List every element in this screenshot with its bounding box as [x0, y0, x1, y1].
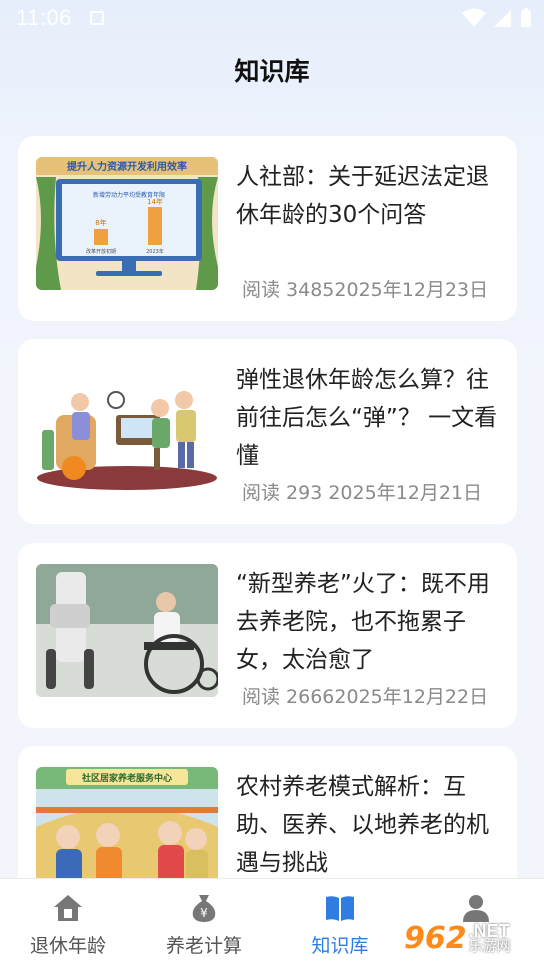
article-title[interactable]: 弹性退休年龄怎么算？往前往后怎么“弹”？ 一文看懂	[236, 361, 498, 475]
thumb-bar-label: 14年	[147, 197, 163, 206]
article-thumbnail: 提升人力资源开发利用效率 新增劳动力平均受教育年限 8年 14年 改革开放初期 …	[36, 157, 218, 290]
article-meta: 阅读 26662025年12月22日	[242, 686, 489, 708]
tab-pension-calc[interactable]: ¥ 养老计算	[136, 879, 272, 968]
book-icon	[323, 891, 357, 925]
article-thumbnail	[36, 564, 218, 697]
article-title[interactable]: “新型养老”火了：既不用去养老院，也不拖累子女，太治愈了	[236, 565, 498, 679]
article-title[interactable]: 人社部：关于延迟法定退休年龄的30个问答	[236, 158, 498, 234]
article-title[interactable]: 农村养老模式解析：互助、医养、以地养老的机遇与挑战	[236, 768, 498, 882]
watermark-logo: 962 .NET 乐游网	[404, 912, 540, 964]
money-bag-icon: ¥	[187, 891, 221, 925]
article-card[interactable]: “新型养老”火了：既不用去养老院，也不拖累子女，太治愈了 阅读 26662025…	[18, 543, 517, 728]
thumb-bar-label: 8年	[95, 218, 106, 227]
status-icons	[462, 8, 532, 28]
signal-icon	[494, 10, 511, 27]
battery-icon	[521, 8, 531, 27]
page-title: 知识库	[234, 57, 310, 86]
article-meta: 阅读 293 2025年12月21日	[242, 482, 483, 504]
watermark-suffix: .NET	[468, 921, 510, 941]
article-meta: 阅读 34852025年12月23日	[242, 279, 489, 301]
tab-retirement-age[interactable]: 退休年龄	[0, 879, 136, 968]
status-bar: 11:06	[0, 0, 544, 36]
thumb-x-label: 2023年	[146, 248, 164, 255]
svg-text:¥: ¥	[200, 906, 208, 920]
bottom-tab-bar: 退休年龄 ¥ 养老计算 知识库 我的 962 .NET 乐游网	[0, 878, 544, 968]
tab-label: 退休年龄	[29, 935, 106, 957]
notification-icon	[89, 11, 104, 25]
thumb-sign: 社区居家养老服务中心	[81, 772, 172, 784]
house-icon	[51, 891, 85, 925]
article-card[interactable]: 弹性退休年龄怎么算？往前往后怎么“弹”？ 一文看懂 阅读 293 2025年12…	[18, 339, 517, 524]
tab-label: 知识库	[311, 935, 369, 957]
watermark-number: 962	[404, 920, 467, 956]
article-card[interactable]: 提升人力资源开发利用效率 新增劳动力平均受教育年限 8年 14年 改革开放初期 …	[18, 136, 517, 321]
tab-knowledge-base[interactable]: 知识库	[272, 879, 408, 968]
thumb-x-label: 改革开放初期	[86, 248, 116, 255]
status-time: 11:06	[16, 5, 72, 30]
watermark-cn: 乐游网	[468, 939, 511, 955]
wifi-icon	[462, 8, 486, 27]
article-thumbnail	[36, 360, 218, 493]
tab-label: 养老计算	[165, 935, 242, 957]
thumb-banner: 提升人力资源开发利用效率	[67, 160, 187, 173]
